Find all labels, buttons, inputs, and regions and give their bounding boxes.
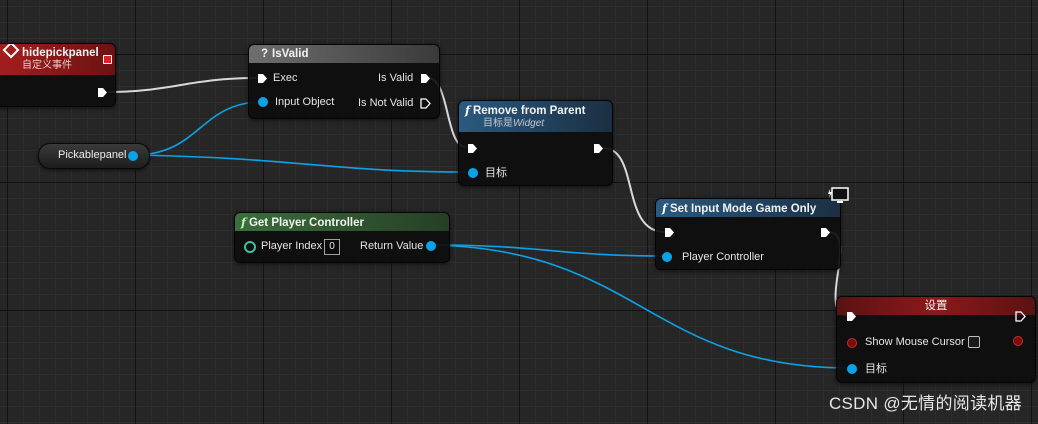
remove-header: f Remove from Parent 目标是Widget xyxy=(459,101,612,132)
function-icon: f xyxy=(662,201,667,215)
event-header: hidepickpanel 自定义事件 xyxy=(0,44,115,75)
show-mouse-cursor-label: Show Mouse Cursor xyxy=(865,336,965,348)
show-mouse-cursor-in-pin[interactable] xyxy=(847,338,857,348)
isvalid-header: ? IsValid xyxy=(249,45,439,63)
function-icon: f xyxy=(465,103,470,117)
pickablepanel-variable-node[interactable]: Pickablepanel xyxy=(38,143,150,169)
setinput-exec-in-pin[interactable] xyxy=(664,227,675,238)
remove-subtitle: 目标是Widget xyxy=(483,118,545,129)
event-diamond-icon xyxy=(2,44,20,59)
remove-target-pin[interactable] xyxy=(468,168,478,178)
remove-title: Remove from Parent xyxy=(472,105,586,117)
set-input-mode-node[interactable]: f Set Input Mode Game Only Player Control… xyxy=(655,198,841,270)
isvalid-is-valid-label: Is Valid xyxy=(378,72,414,84)
player-index-pin[interactable] xyxy=(244,241,256,253)
isvalid-node[interactable]: ? IsValid Exec Input Object Is Valid Is N… xyxy=(248,44,440,119)
get-player-controller-node[interactable]: f Get Player Controller Player Index 0 Re… xyxy=(234,212,450,263)
pickablepanel-output-pin[interactable] xyxy=(128,151,138,161)
function-icon: f xyxy=(241,215,246,229)
exec-wire-event-isvalid xyxy=(107,77,258,93)
isvalid-is-valid-pin[interactable] xyxy=(420,73,431,84)
player-index-input[interactable]: 0 xyxy=(324,239,340,255)
isvalid-is-not-valid-pin[interactable] xyxy=(420,98,431,109)
object-wire-pickable-remove xyxy=(133,154,469,173)
watermark: CSDN @无情的阅读机器 xyxy=(828,394,1022,413)
set-target-label: 目标 xyxy=(865,363,887,375)
player-controller-pin[interactable] xyxy=(662,252,672,262)
set-header: 设置 xyxy=(837,297,1035,315)
return-value-pin[interactable] xyxy=(426,241,436,251)
isvalid-input-object-label: Input Object xyxy=(275,96,335,108)
question-icon: ? xyxy=(261,48,269,60)
remove-exec-out-pin[interactable] xyxy=(593,143,604,154)
isvalid-input-object-pin[interactable] xyxy=(258,97,268,107)
event-delegate-icon[interactable] xyxy=(103,55,112,64)
event-title: hidepickpanel xyxy=(22,47,99,59)
remove-target-label: 目标 xyxy=(485,167,507,179)
setinput-header: f Set Input Mode Game Only xyxy=(656,199,840,217)
isvalid-exec-label: Exec xyxy=(273,72,298,84)
set-exec-out-pin[interactable] xyxy=(1015,311,1026,322)
show-mouse-cursor-out-pin[interactable] xyxy=(1013,336,1023,346)
setinput-title: Set Input Mode Game Only xyxy=(669,203,817,215)
getpc-header: f Get Player Controller xyxy=(235,213,449,231)
isvalid-is-not-valid-label: Is Not Valid xyxy=(358,97,414,109)
custom-event-node[interactable]: hidepickpanel 自定义事件 xyxy=(0,43,116,107)
show-mouse-cursor-checkbox[interactable] xyxy=(968,336,980,348)
setinput-exec-out-pin[interactable] xyxy=(820,227,831,238)
set-show-mouse-cursor-node[interactable]: 设置 Show Mouse Cursor 目标 xyxy=(836,296,1036,383)
object-wire-pc-setinput xyxy=(433,244,666,257)
client-only-monitor-icon xyxy=(828,187,849,203)
player-controller-label: Player Controller xyxy=(682,251,764,263)
return-value-label: Return Value xyxy=(360,240,424,252)
set-target-pin[interactable] xyxy=(847,364,857,374)
object-wire-pickable-isvalid xyxy=(133,101,263,156)
event-exec-out-pin[interactable] xyxy=(97,87,108,98)
remove-from-parent-node[interactable]: f Remove from Parent 目标是Widget 目标 xyxy=(458,100,613,186)
set-title: 设置 xyxy=(924,300,948,312)
set-exec-in-pin[interactable] xyxy=(846,311,857,322)
remove-exec-in-pin[interactable] xyxy=(467,143,478,154)
event-subtitle: 自定义事件 xyxy=(22,60,72,71)
isvalid-exec-in-pin[interactable] xyxy=(257,73,268,84)
player-index-label: Player Index xyxy=(261,240,323,252)
pickablepanel-label: Pickablepanel xyxy=(58,149,127,161)
isvalid-title: IsValid xyxy=(272,48,309,60)
getpc-title: Get Player Controller xyxy=(248,217,364,229)
